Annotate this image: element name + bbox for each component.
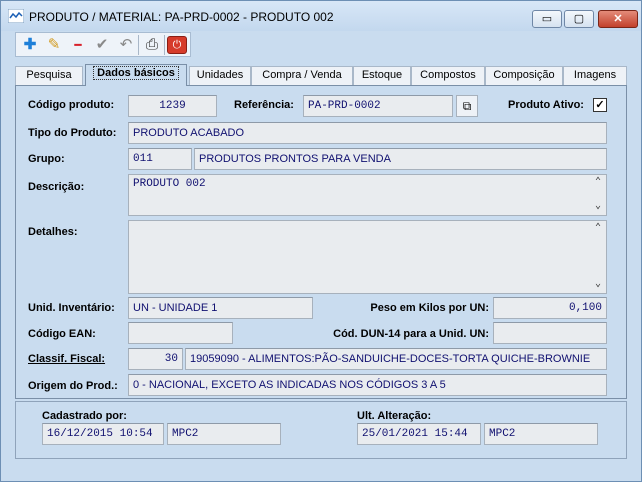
scroll-down-icon[interactable]: ⌄ <box>592 201 604 213</box>
checkmark-icon[interactable]: ✔ <box>92 36 112 54</box>
alteracao-label: Ult. Alteração: <box>357 410 432 422</box>
cadastrado-user-field: MPC2 <box>167 423 281 445</box>
add-icon[interactable]: ✚ <box>20 36 40 54</box>
peso-field[interactable]: 0,100 <box>493 297 607 319</box>
descricao-textarea[interactable]: PRODUTO 002 ⌃ ⌄ <box>128 174 607 216</box>
origem-label: Origem do Prod.: <box>28 380 118 392</box>
tab-compostos[interactable]: Compostos <box>411 66 485 85</box>
grupo-desc-field: PRODUTOS PRONTOS PARA VENDA <box>194 148 607 170</box>
grupo-code-field[interactable]: 011 <box>128 148 192 170</box>
detalhes-label: Detalhes: <box>28 226 78 238</box>
product-window: PRODUTO / MATERIAL: PA-PRD-0002 - PRODUT… <box>0 0 642 482</box>
minimize-button[interactable]: ▭ <box>532 10 562 28</box>
referencia-field[interactable]: PA-PRD-0002 <box>303 95 453 117</box>
tab-label: Unidades <box>196 69 244 81</box>
toolbar: ✚ ✎ ━ ✔ ↶ ⎙ ⏻ <box>15 32 191 57</box>
descricao-text: PRODUTO 002 <box>133 178 206 190</box>
cadastrado-date-field: 16/12/2015 10:54 <box>42 423 164 445</box>
tab-label: Compra / Venda <box>262 69 342 81</box>
tab-imagens[interactable]: Imagens <box>563 66 627 85</box>
tab-pesquisa[interactable]: Pesquisa <box>15 66 83 85</box>
copy-reference-icon[interactable]: ⧉ <box>456 95 478 117</box>
ativo-checkbox[interactable]: ✓ <box>593 98 607 112</box>
delete-icon[interactable]: ━ <box>68 36 88 54</box>
alteracao-date-field: 25/01/2021 15:44 <box>357 423 481 445</box>
tab-unidades[interactable]: Unidades <box>189 66 251 85</box>
tab-label: Compostos <box>420 69 476 81</box>
tipo-label: Tipo do Produto: <box>28 127 117 139</box>
classif-desc-field: 19059090 - ALIMENTOS:PÃO-SANDUICHE-DOCES… <box>185 348 607 370</box>
pencil-icon[interactable]: ✎ <box>44 36 64 54</box>
detalhes-textarea[interactable]: ⌃ ⌄ <box>128 220 607 294</box>
tab-bar: Pesquisa Dados básicos Unidades Compra /… <box>15 64 627 86</box>
dun-field[interactable] <box>493 322 607 344</box>
ean-field[interactable] <box>128 322 233 344</box>
app-logo-icon <box>8 9 24 23</box>
scroll-down-icon[interactable]: ⌄ <box>592 279 604 291</box>
classif-fiscal-link[interactable]: Classif. Fiscal: <box>28 353 105 365</box>
detalhes-scrollbar[interactable]: ⌃ ⌄ <box>590 221 606 293</box>
toolbar-separator <box>138 35 139 55</box>
tab-label: Dados básicos <box>93 66 179 80</box>
window-title: PRODUTO / MATERIAL: PA-PRD-0002 - PRODUT… <box>29 10 334 24</box>
descricao-scrollbar[interactable]: ⌃ ⌄ <box>590 175 606 215</box>
tab-dados-basicos[interactable]: Dados básicos <box>85 64 187 86</box>
tab-label: Estoque <box>361 69 403 81</box>
peso-label: Peso em Kilos por UN: <box>370 302 489 314</box>
print-icon[interactable]: ⎙ <box>142 36 162 54</box>
dados-basicos-panel: Código produto: 1239 Referência: PA-PRD-… <box>15 85 627 399</box>
ativo-label: Produto Ativo: <box>508 99 584 111</box>
tab-label: Imagens <box>573 69 617 81</box>
dun-label: Cód. DUN-14 para a Unid. UN: <box>333 328 489 340</box>
title-bar[interactable]: PRODUTO / MATERIAL: PA-PRD-0002 - PRODUT… <box>1 1 641 31</box>
tab-compra-venda[interactable]: Compra / Venda <box>251 66 353 85</box>
unid-label: Unid. Inventário: <box>28 302 115 314</box>
scroll-up-icon[interactable]: ⌃ <box>592 223 604 235</box>
tab-label: Composição <box>493 69 555 81</box>
grupo-label: Grupo: <box>28 153 65 165</box>
cadastrado-label: Cadastrado por: <box>42 410 127 422</box>
scroll-up-icon[interactable]: ⌃ <box>592 177 604 189</box>
descricao-label: Descrição: <box>28 181 85 193</box>
maximize-button[interactable]: ▢ <box>564 10 594 28</box>
undo-icon[interactable]: ↶ <box>116 36 136 54</box>
power-icon[interactable]: ⏻ <box>167 36 187 54</box>
codigo-field[interactable]: 1239 <box>128 95 217 117</box>
tipo-field[interactable]: PRODUTO ACABADO <box>128 122 607 144</box>
referencia-label: Referência: <box>234 99 294 111</box>
toolbar-separator <box>164 35 165 55</box>
tab-estoque[interactable]: Estoque <box>353 66 411 85</box>
unid-field[interactable]: UN - UNIDADE 1 <box>128 297 313 319</box>
audit-panel: Cadastrado por: 16/12/2015 10:54 MPC2 Ul… <box>15 401 627 459</box>
close-button[interactable]: ✕ <box>598 10 638 28</box>
ean-label: Código EAN: <box>28 328 96 340</box>
tab-composicao[interactable]: Composição <box>485 66 563 85</box>
classif-code-field[interactable]: 30 <box>128 348 183 370</box>
origem-field[interactable]: 0 - NACIONAL, EXCETO AS INDICADAS NOS CÓ… <box>128 374 607 396</box>
alteracao-user-field: MPC2 <box>484 423 598 445</box>
tab-label: Pesquisa <box>26 69 72 81</box>
codigo-label: Código produto: <box>28 99 115 111</box>
